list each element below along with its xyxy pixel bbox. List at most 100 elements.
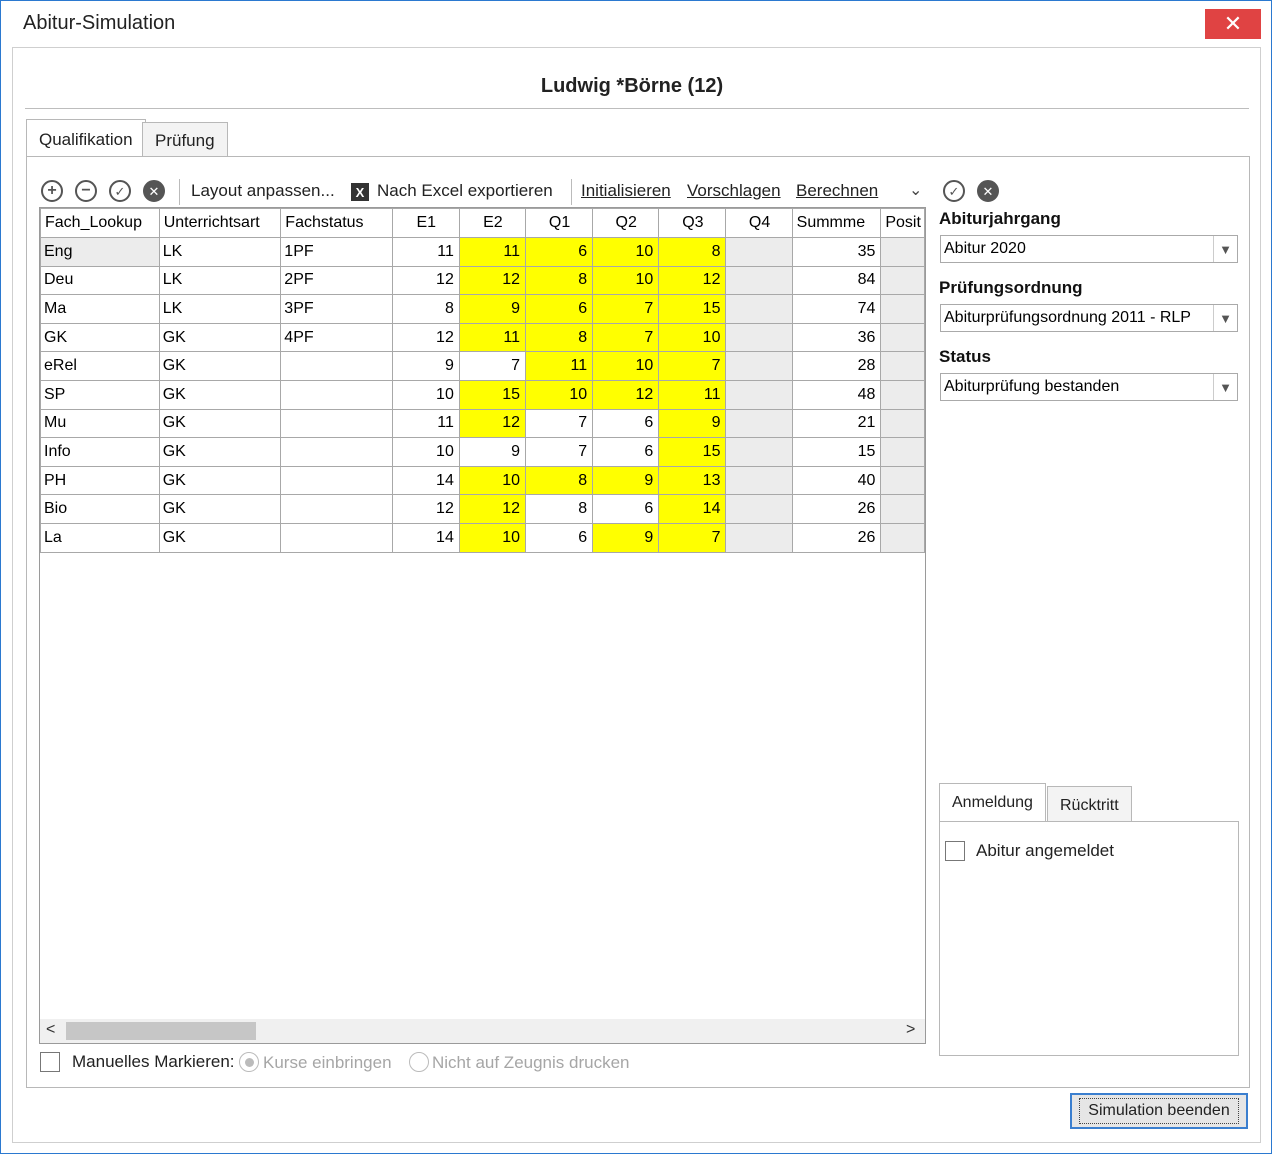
grade-cell-e1[interactable]: 11 <box>391 408 460 439</box>
grade-cell-q4[interactable] <box>725 522 793 553</box>
column-header[interactable]: Fachstatus <box>280 208 393 238</box>
position-cell[interactable] <box>880 237 925 267</box>
grade-cell-e2[interactable]: 12 <box>458 265 526 296</box>
fachstatus-cell[interactable] <box>280 465 393 496</box>
table-row[interactable]: SP GK 10 15 10 12 11 48 <box>40 379 925 410</box>
remove-icon[interactable]: − <box>75 180 97 202</box>
cancel-icon[interactable]: ✕ <box>143 180 165 202</box>
cancel-icon[interactable]: ✕ <box>977 180 999 202</box>
grade-cell-q3[interactable]: 15 <box>658 294 727 324</box>
grade-cell-e2[interactable]: 11 <box>458 237 526 267</box>
unterrichtsart-cell[interactable]: LK <box>158 237 282 267</box>
fach-cell[interactable]: Deu <box>40 265 160 296</box>
table-row[interactable]: Bio GK 12 12 8 6 14 26 <box>40 494 925 524</box>
summe-cell[interactable]: 74 <box>791 294 882 324</box>
grade-cell-q1[interactable]: 8 <box>524 465 594 496</box>
table-row[interactable]: Eng LK 1PF 11 11 6 10 8 35 <box>40 237 925 267</box>
summe-cell[interactable]: 15 <box>791 437 882 467</box>
grade-cell-e2[interactable]: 10 <box>458 522 526 553</box>
grade-cell-q4[interactable] <box>725 351 793 381</box>
grade-cell-q3[interactable]: 15 <box>658 437 727 467</box>
column-header[interactable]: Q3 <box>658 208 727 238</box>
position-cell[interactable] <box>880 379 925 410</box>
fachstatus-cell[interactable]: 1PF <box>280 237 393 267</box>
grade-cell-q4[interactable] <box>725 494 793 524</box>
fach-cell[interactable]: La <box>40 522 160 553</box>
pruefungsordnung-select[interactable]: Abiturprüfungsordnung 2011 - RLP ▼ <box>940 304 1238 332</box>
kurse-einbringen-radio[interactable] <box>239 1052 259 1072</box>
column-header[interactable]: Posit <box>880 208 925 238</box>
position-cell[interactable] <box>880 265 925 296</box>
fach-cell[interactable]: PH <box>40 465 160 496</box>
grade-cell-e1[interactable]: 12 <box>391 322 460 353</box>
fachstatus-cell[interactable] <box>280 522 393 553</box>
chevron-down-icon[interactable]: ▼ <box>1213 236 1237 262</box>
fachstatus-cell[interactable]: 2PF <box>280 265 393 296</box>
unterrichtsart-cell[interactable]: GK <box>158 351 282 381</box>
grade-cell-q1[interactable]: 6 <box>524 237 594 267</box>
manual-mark-checkbox[interactable] <box>40 1052 60 1072</box>
table-row[interactable]: eRel GK 9 7 11 10 7 28 <box>40 351 925 381</box>
table-row[interactable]: GK GK 4PF 12 11 8 7 10 36 <box>40 322 925 353</box>
unterrichtsart-cell[interactable]: GK <box>158 322 282 353</box>
grade-cell-e2[interactable]: 7 <box>458 351 526 381</box>
grade-cell-q1[interactable]: 8 <box>524 494 594 524</box>
grade-cell-q3[interactable]: 12 <box>658 265 727 296</box>
grade-cell-q1[interactable]: 6 <box>524 522 594 553</box>
summe-cell[interactable]: 28 <box>791 351 882 381</box>
close-button[interactable]: ✕ <box>1205 9 1261 39</box>
position-cell[interactable] <box>880 465 925 496</box>
grade-cell-q1[interactable]: 7 <box>524 437 594 467</box>
scrollbar-thumb[interactable] <box>66 1022 256 1040</box>
tab-anmeldung[interactable]: Anmeldung <box>939 783 1046 821</box>
summe-cell[interactable]: 84 <box>791 265 882 296</box>
fach-cell[interactable]: GK <box>40 322 160 353</box>
column-header[interactable]: Q4 <box>725 208 793 238</box>
grade-cell-q4[interactable] <box>725 294 793 324</box>
unterrichtsart-cell[interactable]: LK <box>158 294 282 324</box>
grade-cell-q3[interactable]: 7 <box>658 522 727 553</box>
grade-cell-q1[interactable]: 8 <box>524 322 594 353</box>
summe-cell[interactable]: 26 <box>791 494 882 524</box>
grade-cell-q2[interactable]: 7 <box>592 294 660 324</box>
grade-cell-q2[interactable]: 10 <box>592 351 660 381</box>
column-header[interactable]: E1 <box>391 208 460 238</box>
column-header[interactable]: E2 <box>458 208 526 238</box>
grade-cell-q3[interactable]: 10 <box>658 322 727 353</box>
grade-cell-e2[interactable]: 9 <box>458 437 526 467</box>
unterrichtsart-cell[interactable]: LK <box>158 265 282 296</box>
table-row[interactable]: Ma LK 3PF 8 9 6 7 15 74 <box>40 294 925 324</box>
column-header[interactable]: Q2 <box>592 208 660 238</box>
fachstatus-cell[interactable]: 3PF <box>280 294 393 324</box>
table-row[interactable]: Mu GK 11 12 7 6 9 21 <box>40 408 925 439</box>
grade-cell-e1[interactable]: 8 <box>391 294 460 324</box>
grade-cell-q2[interactable]: 10 <box>592 237 660 267</box>
grade-cell-e1[interactable]: 12 <box>391 265 460 296</box>
table-row[interactable]: PH GK 14 10 8 9 13 40 <box>40 465 925 496</box>
grade-cell-q2[interactable]: 7 <box>592 322 660 353</box>
grade-cell-e1[interactable]: 12 <box>391 494 460 524</box>
grade-cell-q3[interactable]: 14 <box>658 494 727 524</box>
table-row[interactable]: Info GK 10 9 7 6 15 15 <box>40 437 925 467</box>
grade-cell-e1[interactable]: 11 <box>391 237 460 267</box>
grade-cell-q4[interactable] <box>725 465 793 496</box>
nicht-zeugnis-radio[interactable] <box>409 1052 429 1072</box>
tab-pruefung[interactable]: Prüfung <box>142 122 228 156</box>
add-icon[interactable]: + <box>41 180 63 202</box>
grade-cell-q2[interactable]: 12 <box>592 379 660 410</box>
position-cell[interactable] <box>880 437 925 467</box>
fachstatus-cell[interactable] <box>280 379 393 410</box>
position-cell[interactable] <box>880 351 925 381</box>
grade-cell-q4[interactable] <box>725 265 793 296</box>
grade-cell-q2[interactable]: 9 <box>592 522 660 553</box>
chevron-down-icon[interactable]: ▼ <box>1213 305 1237 331</box>
fach-cell[interactable]: SP <box>40 379 160 410</box>
grade-cell-q4[interactable] <box>725 237 793 267</box>
position-cell[interactable] <box>880 408 925 439</box>
fachstatus-cell[interactable] <box>280 494 393 524</box>
status-select[interactable]: Abiturprüfung bestanden ▼ <box>940 373 1238 401</box>
grade-cell-q4[interactable] <box>725 379 793 410</box>
summe-cell[interactable]: 40 <box>791 465 882 496</box>
chevron-down-icon[interactable]: ⌄ <box>909 180 922 200</box>
chevron-down-icon[interactable]: ▼ <box>1213 374 1237 400</box>
